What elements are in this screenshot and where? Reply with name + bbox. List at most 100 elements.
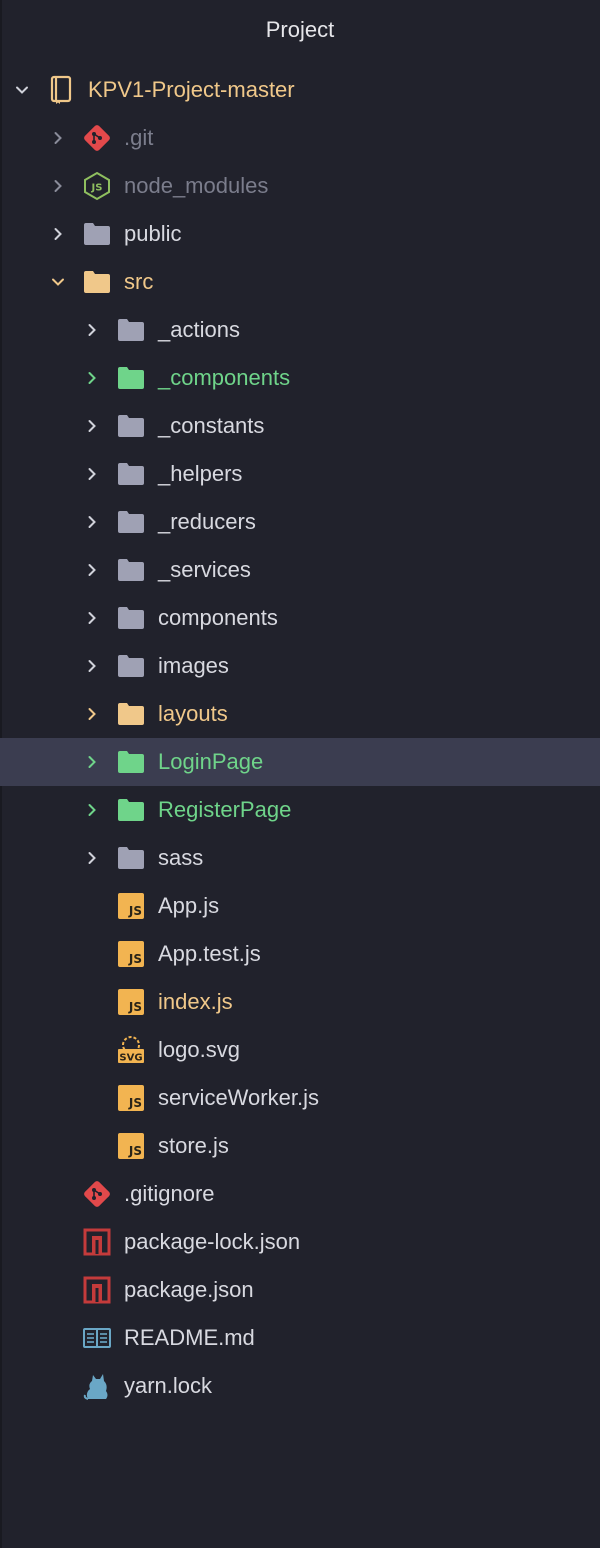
chevron-right-icon[interactable] <box>82 608 102 628</box>
git-icon <box>82 1179 112 1209</box>
folder-icon <box>116 411 146 441</box>
nodejs-icon: JS <box>82 171 112 201</box>
chevron-right-icon[interactable] <box>82 320 102 340</box>
readme-label: README.md <box>124 1325 255 1350</box>
chevron-right-icon[interactable] <box>82 512 102 532</box>
folder-icon <box>116 555 146 585</box>
reducers-label: _reducers <box>158 509 256 534</box>
root-label: KPV1-Project-master <box>88 77 295 102</box>
chevron-right-icon[interactable] <box>48 128 68 148</box>
tree-item-package-lock-json[interactable]: package-lock.json <box>0 1218 600 1266</box>
repo-book-icon <box>46 75 76 105</box>
chevron-right-icon[interactable] <box>82 800 102 820</box>
tree-item-services[interactable]: _services <box>0 546 600 594</box>
app-js-label: App.js <box>158 893 220 918</box>
tree-item-readme[interactable]: README.md <box>0 1314 600 1362</box>
app-test-js-label: App.test.js <box>158 941 261 966</box>
loginpage-label: LoginPage <box>158 749 264 774</box>
folder-icon <box>116 651 146 681</box>
tree-root[interactable]: KPV1-Project-master <box>0 66 600 114</box>
package-json-label: package.json <box>124 1277 254 1302</box>
tree-item-index-js[interactable]: JS index.js <box>0 978 600 1026</box>
actions-label: _actions <box>158 317 240 342</box>
javascript-file-icon: JS <box>116 1083 146 1113</box>
tree-item-store-js[interactable]: JS store.js <box>0 1122 600 1170</box>
tree-item-components-underscore[interactable]: _components <box>0 354 600 402</box>
svg-text:JS: JS <box>91 183 103 194</box>
folder-icon <box>116 507 146 537</box>
tree-item-yarn-lock[interactable]: yarn.lock <box>0 1362 600 1410</box>
readme-book-icon <box>82 1323 112 1353</box>
tree-item-node-modules[interactable]: JS node_modules <box>0 162 600 210</box>
components-label: components <box>158 605 278 630</box>
javascript-file-icon: JS <box>116 987 146 1017</box>
src-label: src <box>124 269 154 294</box>
npm-icon <box>82 1227 112 1257</box>
panel-title: Project <box>265 17 335 42</box>
tree-item-constants[interactable]: _constants <box>0 402 600 450</box>
tree-item-service-worker-js[interactable]: JS serviceWorker.js <box>0 1074 600 1122</box>
tree-item-helpers[interactable]: _helpers <box>0 450 600 498</box>
javascript-file-icon: JS <box>116 891 146 921</box>
tree-item-src[interactable]: src <box>0 258 600 306</box>
sass-label: sass <box>158 845 204 870</box>
yarn-cat-icon <box>82 1371 112 1401</box>
javascript-file-icon: JS <box>116 939 146 969</box>
folder-icon <box>116 843 146 873</box>
chevron-down-icon[interactable] <box>12 80 32 100</box>
tree-item-git[interactable]: .git <box>0 114 600 162</box>
folder-icon <box>82 219 112 249</box>
public-label: public <box>124 221 182 246</box>
svg-text:SVG: SVG <box>119 1053 142 1064</box>
chevron-right-icon[interactable] <box>82 368 102 388</box>
tree-item-layouts[interactable]: layouts <box>0 690 600 738</box>
store-js-label: store.js <box>158 1133 229 1158</box>
tree-item-gitignore[interactable]: .gitignore <box>0 1170 600 1218</box>
index-js-label: index.js <box>158 989 233 1014</box>
folder-icon <box>116 747 146 777</box>
tree-item-app-test-js[interactable]: JS App.test.js <box>0 930 600 978</box>
gitignore-label: .gitignore <box>124 1181 215 1206</box>
chevron-right-icon[interactable] <box>82 656 102 676</box>
service-worker-js-label: serviceWorker.js <box>158 1085 319 1110</box>
git-icon <box>82 123 112 153</box>
file-tree[interactable]: KPV1-Project-master .git JS node_modules… <box>0 66 600 1410</box>
tree-item-logo-svg[interactable]: SVG logo.svg <box>0 1026 600 1074</box>
folder-icon <box>116 795 146 825</box>
folder-icon <box>116 459 146 489</box>
svg-file-icon: SVG <box>116 1035 146 1065</box>
chevron-right-icon[interactable] <box>82 848 102 868</box>
components-underscore-label: _components <box>158 365 291 390</box>
chevron-right-icon[interactable] <box>82 416 102 436</box>
npm-icon <box>82 1275 112 1305</box>
chevron-right-icon[interactable] <box>48 224 68 244</box>
folder-open-icon <box>82 267 112 297</box>
chevron-right-icon[interactable] <box>82 704 102 724</box>
tree-item-app-js[interactable]: JS App.js <box>0 882 600 930</box>
logo-svg-label: logo.svg <box>158 1037 240 1062</box>
tree-item-package-json[interactable]: package.json <box>0 1266 600 1314</box>
yarn-lock-label: yarn.lock <box>124 1373 213 1398</box>
chevron-right-icon[interactable] <box>82 752 102 772</box>
services-label: _services <box>158 557 251 582</box>
chevron-right-icon[interactable] <box>82 464 102 484</box>
helpers-label: _helpers <box>158 461 243 486</box>
tree-item-sass[interactable]: sass <box>0 834 600 882</box>
git-label: .git <box>124 125 154 150</box>
layouts-label: layouts <box>158 701 228 726</box>
chevron-down-icon[interactable] <box>48 272 68 292</box>
tree-item-loginpage[interactable]: LoginPage <box>0 738 600 786</box>
constants-label: _constants <box>158 413 265 438</box>
folder-icon <box>116 363 146 393</box>
folder-icon <box>116 603 146 633</box>
folder-icon <box>116 699 146 729</box>
tree-item-reducers[interactable]: _reducers <box>0 498 600 546</box>
tree-item-components[interactable]: components <box>0 594 600 642</box>
tree-item-images[interactable]: images <box>0 642 600 690</box>
tree-item-public[interactable]: public <box>0 210 600 258</box>
chevron-right-icon[interactable] <box>48 176 68 196</box>
chevron-right-icon[interactable] <box>82 560 102 580</box>
tree-item-registerpage[interactable]: RegisterPage <box>0 786 600 834</box>
images-label: images <box>158 653 229 678</box>
tree-item-actions[interactable]: _actions <box>0 306 600 354</box>
